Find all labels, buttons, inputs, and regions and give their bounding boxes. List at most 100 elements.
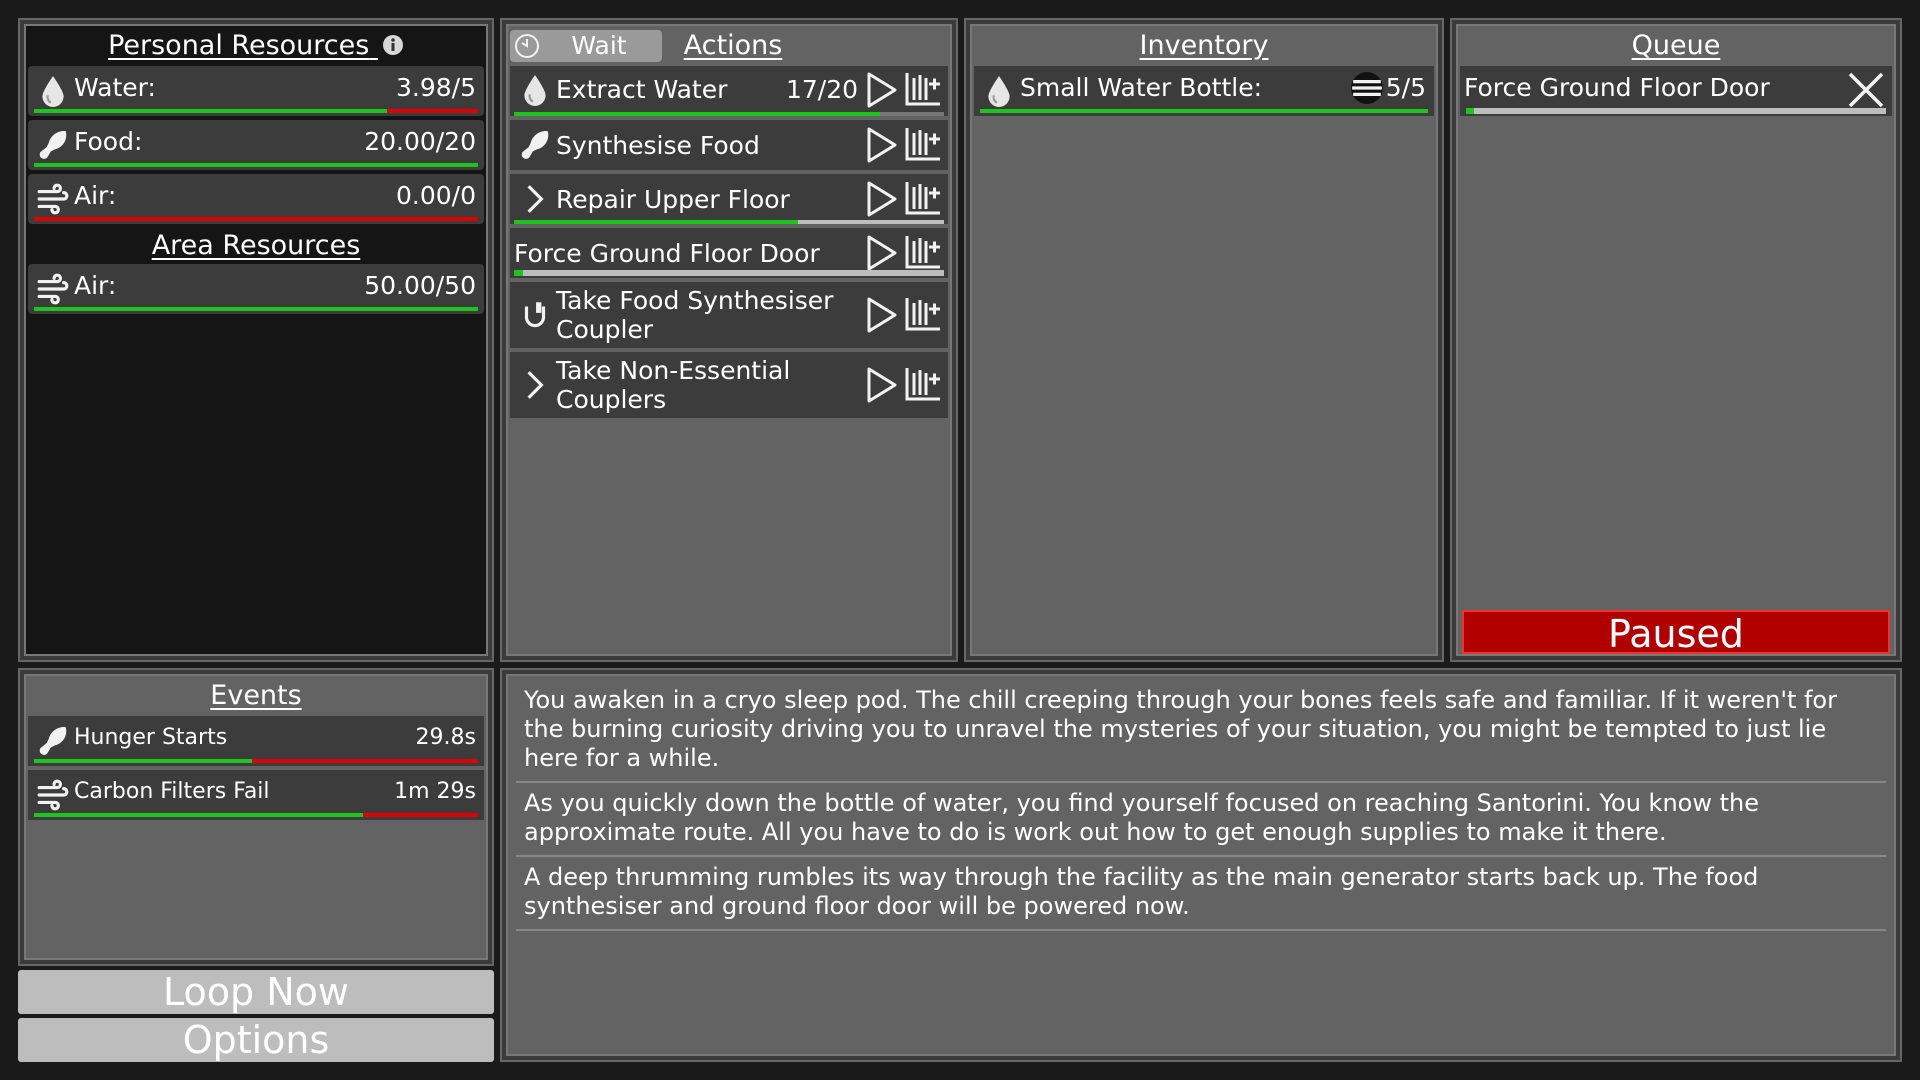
action-progress-bar <box>514 270 944 276</box>
queue-item-label: Force Ground Floor Door <box>1464 73 1770 102</box>
play-icon[interactable] <box>864 126 898 164</box>
add-to-queue-icon[interactable] <box>902 125 942 165</box>
action-label: Repair Upper Floor <box>556 185 790 214</box>
add-to-queue-icon[interactable] <box>902 295 942 335</box>
resource-bar-fill <box>34 163 478 167</box>
water-drop-icon <box>982 74 1016 108</box>
inventory-label: Small Water Bottle: <box>1020 73 1263 102</box>
actions-header: Wait Actions <box>508 26 950 66</box>
air-wind-icon <box>36 182 70 216</box>
inventory-title: Inventory <box>1139 30 1269 61</box>
resource-value: 50.00/50 <box>364 271 476 300</box>
options-button[interactable]: Options <box>18 1018 494 1062</box>
action-label-line: Couplers <box>556 385 667 414</box>
event-timer-bar <box>34 813 478 817</box>
log-entry: You awaken in a cryo sleep pod. The chil… <box>516 680 1886 783</box>
resource-bar <box>34 109 478 113</box>
action-progress-fill <box>514 220 798 224</box>
loop-now-button[interactable]: Loop Now <box>18 970 494 1014</box>
air-wind-icon <box>36 778 70 812</box>
log-entry: A deep thrumming rumbles its way through… <box>516 857 1886 931</box>
inventory-bar <box>980 109 1428 113</box>
event-time: 29.8s <box>415 725 476 750</box>
resource-bar <box>34 163 478 167</box>
water-drop-icon <box>36 74 70 108</box>
area-row-air: Air: 50.00/50 <box>28 264 484 314</box>
play-icon[interactable] <box>864 234 898 272</box>
events-title: Events <box>210 680 302 711</box>
food-leg-icon <box>36 724 70 758</box>
action-progress-bar <box>514 220 944 224</box>
action-progress-bar <box>514 112 944 116</box>
inventory-row-small-water-bottle[interactable]: Small Water Bottle: 5/5 <box>974 66 1434 116</box>
event-row-hunger-starts: Hunger Starts 29.8s <box>28 716 484 766</box>
queue-title: Queue <box>1631 30 1721 61</box>
event-label: Hunger Starts <box>74 725 228 750</box>
events-panel: Events Hunger Starts 29.8s Carbon Filter… <box>18 668 494 966</box>
inventory-panel: Inventory Small Water Bottle: 5/5 <box>964 18 1444 662</box>
add-to-queue-icon[interactable] <box>902 365 942 405</box>
resource-bar-fill <box>34 109 388 113</box>
event-timer-bar <box>34 759 478 763</box>
resource-bar-fill <box>34 307 478 311</box>
water-drop-icon <box>518 73 552 107</box>
resource-label: Air: <box>74 271 117 300</box>
add-to-queue-icon[interactable] <box>902 70 942 110</box>
inventory-value: 5/5 <box>1385 73 1426 102</box>
food-leg-icon <box>36 128 70 162</box>
action-progress-fill <box>514 270 523 276</box>
queue-panel: Queue Force Ground Floor Door Paused <box>1450 18 1902 662</box>
action-row-synthesise-food[interactable]: Synthesise Food <box>510 120 948 170</box>
wait-toggle[interactable]: Wait <box>510 30 662 62</box>
add-to-queue-icon[interactable] <box>902 179 942 219</box>
resource-row-air: Air: 0.00/0 <box>28 174 484 224</box>
chevron-right-icon[interactable] <box>518 182 552 216</box>
resource-row-water: Water: 3.98/5 <box>28 66 484 116</box>
action-progress-fill <box>514 112 880 116</box>
paused-status-button[interactable]: Paused <box>1462 610 1890 656</box>
area-resources-title: Area Resources <box>26 228 486 264</box>
event-row-carbon-filters-fail: Carbon Filters Fail 1m 29s <box>28 770 484 820</box>
action-label: Take Non-Essential Couplers <box>556 356 790 414</box>
action-row-extract-water[interactable]: Extract Water 17/20 <box>510 66 948 116</box>
action-label: Force Ground Floor Door <box>514 239 820 268</box>
resource-bar <box>34 307 478 311</box>
action-label-line: Coupler <box>556 315 654 344</box>
action-row-take-food-synthesiser-coupler[interactable]: Take Food Synthesiser Coupler <box>510 282 948 348</box>
resource-bar <box>34 217 478 221</box>
food-leg-icon <box>518 128 552 162</box>
play-icon[interactable] <box>864 366 898 404</box>
plug-icon <box>518 298 552 332</box>
personal-resources-heading: Personal Resources <box>108 30 370 61</box>
add-to-queue-icon[interactable] <box>902 233 942 273</box>
play-icon[interactable] <box>864 71 898 109</box>
resource-label: Water: <box>74 73 156 102</box>
personal-resources-panel: Personal Resources Water: 3.98/5 Food: 2… <box>18 18 494 662</box>
event-label: Carbon Filters Fail <box>74 779 270 804</box>
area-resources-heading: Area Resources <box>151 230 361 261</box>
action-row-repair-upper-floor[interactable]: Repair Upper Floor <box>510 174 948 224</box>
log-entry: As you quickly down the bottle of water,… <box>516 783 1886 857</box>
action-row-force-ground-floor-door[interactable]: Force Ground Floor Door <box>510 228 948 278</box>
close-icon[interactable] <box>1846 70 1886 110</box>
action-label-line: Take Non-Essential <box>556 356 791 385</box>
queue-item-progress <box>1466 108 1886 114</box>
air-wind-icon <box>36 272 70 306</box>
stack-icon[interactable] <box>1350 71 1384 105</box>
personal-resources-title: Personal Resources <box>26 26 486 66</box>
play-icon[interactable] <box>864 296 898 334</box>
resource-value: 20.00/20 <box>364 127 476 156</box>
wait-label: Wait <box>571 31 627 60</box>
action-row-take-non-essential-couplers[interactable]: Take Non-Essential Couplers <box>510 352 948 418</box>
info-icon[interactable] <box>382 34 404 56</box>
chevron-right-icon[interactable] <box>518 368 552 402</box>
queue-item[interactable]: Force Ground Floor Door <box>1460 66 1892 116</box>
action-label-line: Take Food Synthesiser <box>556 286 834 315</box>
actions-title: Actions <box>683 30 783 61</box>
play-icon[interactable] <box>864 180 898 218</box>
resource-label: Air: <box>74 181 117 210</box>
resource-value: 0.00/0 <box>396 181 476 210</box>
queue-item-progress-fill <box>1466 108 1475 114</box>
event-timer-fill <box>34 813 363 817</box>
resource-value: 3.98/5 <box>396 73 476 102</box>
